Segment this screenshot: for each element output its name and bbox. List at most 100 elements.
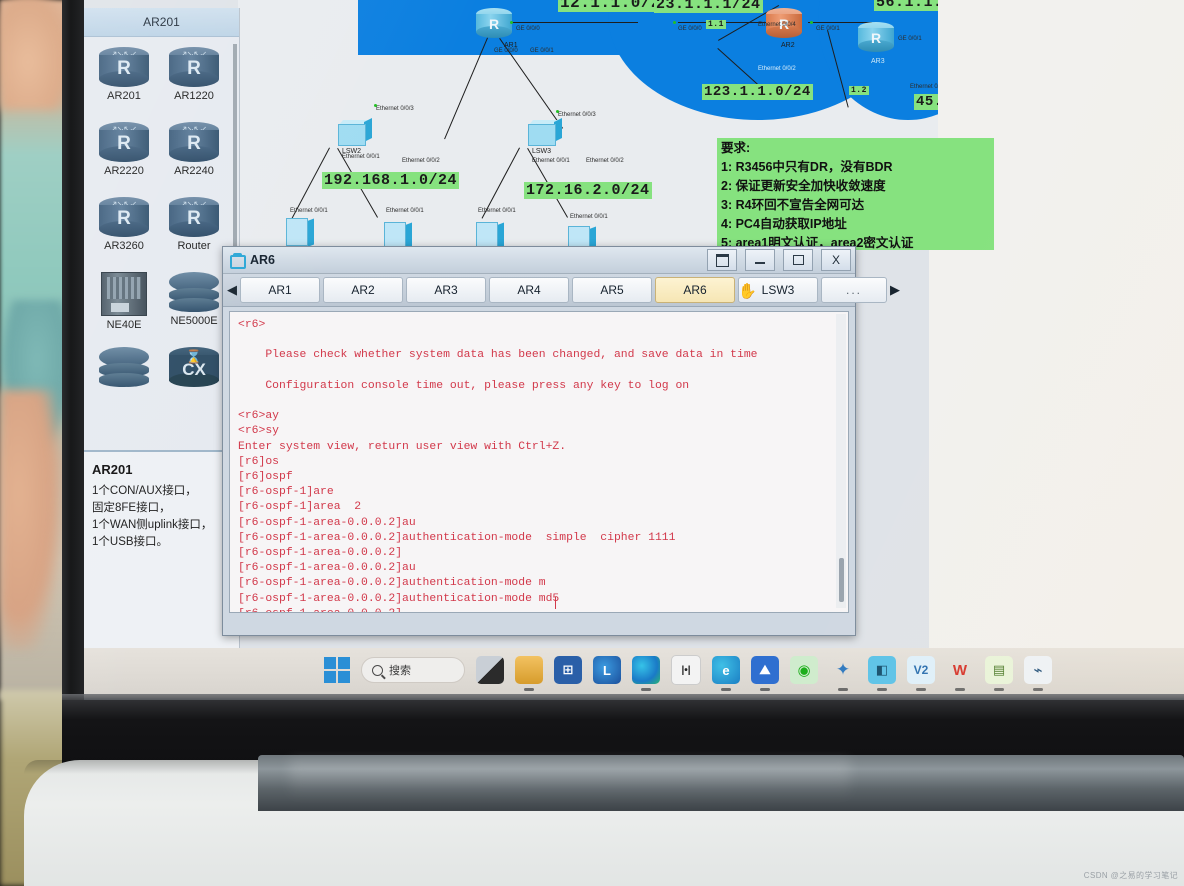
cli-scrollbar-thumb[interactable]: [839, 558, 844, 602]
mountain-app-icon[interactable]: ⛰: [751, 656, 779, 684]
palette-item-router[interactable]: ↗↘↖↙ R Router: [164, 197, 224, 270]
palette-item-cx[interactable]: ⌛ CX: [164, 347, 224, 420]
ip-tag: 1.2: [849, 86, 869, 95]
subnet-label: 172.16.2.0/24: [524, 182, 652, 199]
task-view-icon[interactable]: [476, 656, 504, 684]
ensp-app-icon: [229, 253, 246, 269]
device-ar1[interactable]: R: [476, 8, 512, 38]
palette-item-stack-switch[interactable]: [94, 347, 154, 420]
edge-icon[interactable]: [632, 656, 660, 684]
subnet-label: 45.1.1.0/24: [914, 94, 938, 110]
interface-label: GE 0/0/1: [816, 26, 840, 32]
palette-grid[interactable]: ↗↘↖↙R AR201 ↗↘↖↙R AR1220 ↗↘↖↙R AR2220: [84, 37, 239, 424]
device-ar3[interactable]: R: [858, 22, 894, 52]
cli-console[interactable]: <r6> Please check whether system data ha…: [229, 311, 849, 613]
interface-label: Ethernet 0/0/1: [290, 208, 328, 214]
tab-scroll-right-icon[interactable]: ▶: [890, 278, 900, 302]
cli-window[interactable]: AR6 X ◀ AR1 AR2 AR3 AR4 AR5 AR6 LSW3 ...…: [222, 246, 900, 636]
subnet-label: 123.1.1.0/24: [702, 84, 813, 100]
windows-taskbar[interactable]: 搜索 ⊞ L |•| e ⛰ ◉ ✦ ◧ V2 W ▤ ⌁ ^: [84, 648, 1184, 698]
palette-item-ar1220[interactable]: ↗↘↖↙ R AR1220: [164, 47, 224, 120]
ensp-icon[interactable]: ⌁: [1024, 656, 1052, 684]
close-button[interactable]: X: [821, 249, 851, 271]
search-input[interactable]: 搜索: [361, 657, 465, 683]
interface-label: Ethernet 0/0/1: [478, 208, 516, 214]
device-lsw3[interactable]: [528, 118, 562, 146]
minimize-button[interactable]: [745, 249, 775, 271]
tab-ar6[interactable]: AR6: [655, 277, 735, 303]
ip-tag: 1.1: [706, 20, 726, 29]
notepad-icon[interactable]: ▤: [985, 656, 1013, 684]
device-lsw2[interactable]: [338, 118, 372, 146]
requirements-note: 要求: 1: R3456中只有DR，没有BDR 2: 保证更新安全加快收敛速度 …: [717, 138, 994, 250]
tab-ar4[interactable]: AR4: [489, 277, 569, 303]
interface-label: Ethernet 0/0/1: [532, 158, 570, 164]
palette-item-ne40e[interactable]: NE40E: [94, 272, 154, 345]
restore-group-button[interactable]: [707, 249, 737, 271]
maximize-button[interactable]: [783, 249, 813, 271]
media-player-icon[interactable]: ◧: [868, 656, 896, 684]
photo-scene: WPS PDF 0.0.2]authentication-mode simp 0…: [0, 0, 1184, 886]
tab-ar3[interactable]: AR3: [406, 277, 486, 303]
palette-item-ne5000e[interactable]: NE5000E: [164, 272, 224, 345]
interface-label: GE 0/0/0: [678, 26, 702, 32]
office-icon[interactable]: L: [593, 656, 621, 684]
interface-label: GE 0/0/0: [516, 26, 540, 32]
requirement-item: 1: R3456中只有DR，没有BDR: [721, 160, 893, 174]
laptop-hinge-sheen: [290, 760, 850, 800]
chassis-icon: [101, 272, 147, 316]
photo-watermark: CSDN @之易的学习笔记: [1083, 871, 1178, 880]
tab-ar2[interactable]: AR2: [323, 277, 403, 303]
cli-tabstrip[interactable]: ◀ AR1 AR2 AR3 AR4 AR5 AR6 LSW3 ... ▶: [223, 274, 900, 307]
v2-app-icon[interactable]: V2: [907, 656, 935, 684]
description-line: 1个USB接口。: [92, 536, 169, 548]
ensp-sim-icon[interactable]: |•|: [671, 655, 701, 685]
device-pc1[interactable]: [286, 218, 314, 248]
device-label: AR3: [871, 58, 885, 65]
device-palette[interactable]: AR201 ↗↘↖↙ R AR201 ↗↘↖↙ R AR1220 ↗↘↖↙ R …: [84, 8, 240, 648]
microsoft-store-icon[interactable]: ⊞: [554, 656, 582, 684]
cli-scrollbar[interactable]: [836, 314, 846, 608]
requirement-item: 4: PC4自动获取IP地址: [721, 217, 847, 231]
interface-label: Ethernet 0/0/1: [386, 208, 424, 214]
description-line: 固定8FE接口，: [92, 502, 171, 514]
wps-icon[interactable]: W: [946, 656, 974, 684]
description-title: AR201: [92, 462, 133, 477]
edge-legacy-icon[interactable]: e: [712, 656, 740, 684]
file-explorer-icon[interactable]: [515, 656, 543, 684]
mouse-cursor-hand-icon: ✋: [738, 283, 757, 300]
tab-overflow[interactable]: ...: [821, 277, 887, 303]
palette-item-ar201[interactable]: ↗↘↖↙ R AR201: [94, 47, 154, 120]
description-line: 1个CON/AUX接口，: [92, 485, 197, 497]
router-icon: ↗↘↖↙ R: [169, 47, 219, 87]
router-icon: ↗↘↖↙ R: [169, 122, 219, 162]
palette-item-ar2220[interactable]: ↗↘↖↙ R AR2220: [94, 122, 154, 195]
interface-label: Ethernet 0/0/3: [558, 112, 596, 118]
palette-item-ar3260[interactable]: ↗↘↖↙ R AR3260: [94, 197, 154, 270]
interface-label: Ethernet 0/0/2: [402, 158, 440, 164]
search-placeholder: 搜索: [389, 665, 411, 677]
requirements-title: 要求:: [721, 141, 751, 155]
palette-item-label: NE40E: [106, 319, 142, 331]
tab-ar5[interactable]: AR5: [572, 277, 652, 303]
interface-label: Ethernet 0/0/2: [586, 158, 624, 164]
device-label: AR2: [781, 42, 795, 49]
cli-console-text: <r6> Please check whether system data ha…: [238, 319, 758, 612]
vscode-icon[interactable]: ✦: [829, 656, 857, 684]
pdf-reader-window[interactable]: WPS PDF 0.0.2]authentication-mode simp 0…: [929, 0, 1184, 648]
interface-label: Ethernet 0/0/1: [570, 214, 608, 220]
start-button[interactable]: [324, 657, 350, 683]
background-hand-blur-top: [0, 0, 70, 110]
palette-item-label: AR201: [107, 90, 141, 102]
interface-label: Ethernet 0/0/1: [910, 84, 938, 90]
router-icon: ↗↘↖↙ R: [99, 122, 149, 162]
palette-item-label: NE5000E: [170, 315, 218, 327]
tab-ar1[interactable]: AR1: [240, 277, 320, 303]
cli-titlebar[interactable]: AR6 X: [223, 247, 855, 274]
cli-window-title: AR6: [250, 253, 276, 267]
wechat-icon[interactable]: ◉: [790, 656, 818, 684]
palette-item-label: AR1220: [174, 90, 214, 102]
palette-item-ar2240[interactable]: ↗↘↖↙ R AR2240: [164, 122, 224, 195]
interface-label: Ethernet 0/0/1: [342, 154, 380, 160]
tab-scroll-left-icon[interactable]: ◀: [227, 278, 237, 302]
